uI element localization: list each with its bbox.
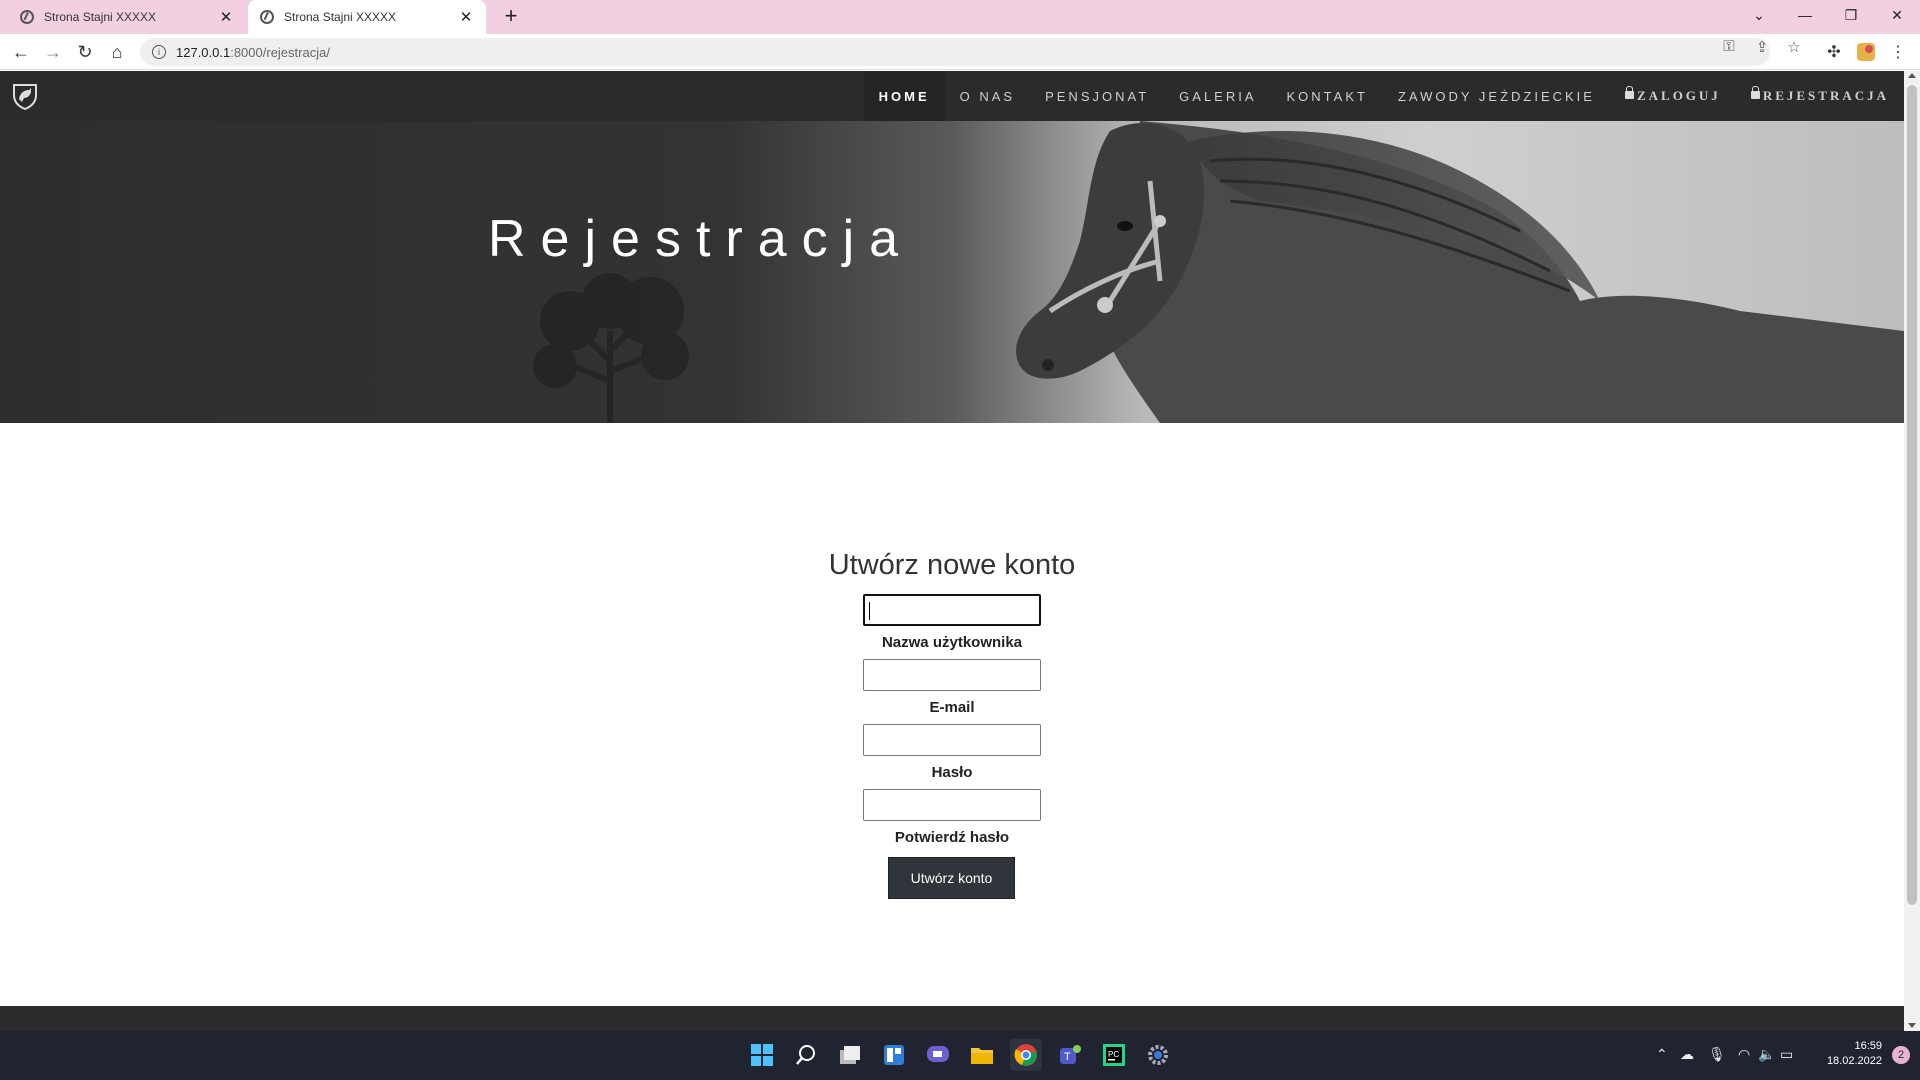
close-tab-icon[interactable]: ✕ [458,8,474,26]
stable-logo[interactable] [10,81,40,111]
clock-time: 16:59 [1854,1040,1882,1052]
chrome-icon[interactable] [1010,1039,1042,1071]
teams-chat-icon[interactable] [922,1039,954,1071]
menu-item-galeria[interactable]: GALERIA [1164,71,1271,121]
confirm-password-input[interactable] [863,789,1041,821]
tree-silhouette [533,273,689,423]
menu-label: REJESTRACJA [1762,88,1889,103]
teams-icon[interactable]: T [1054,1039,1086,1071]
browser-tab-strip: Strona Stajni XXXXX ✕ Strona Stajni XXXX… [0,0,1920,34]
browser-tab-active[interactable]: Strona Stajni XXXXX ✕ [248,0,486,34]
system-clock[interactable]: 16:59 18.02.2022 [1827,1039,1882,1069]
site-navbar: HOME O NAS PENSJONAT GALERIA KONTAKT ZAW… [0,71,1904,121]
username-input[interactable] [863,594,1041,626]
url-host: 127.0.0.1 [176,44,231,60]
address-bar[interactable]: i 127.0.0.1:8000/rejestracja/ [140,38,1770,66]
key-icon[interactable]: ⚿ [1718,38,1740,55]
hero-banner: Rejestracja [0,121,1904,423]
registration-form: Utwórz nowe konto Nazwa użytkownika E-ma… [0,423,1904,1031]
confirm-password-label: Potwierdź hasło [894,829,1010,846]
username-label: Nazwa użytkownika [881,634,1023,651]
menu-label: ZALOGUJ [1636,88,1721,103]
menu-item-zawody[interactable]: ZAWODY JEŹDZIECKIE [1383,71,1610,121]
scroll-down-icon[interactable] [1908,1023,1916,1028]
chevron-up-icon[interactable]: ⌃ [1656,1046,1668,1063]
site-menu: HOME O NAS PENSJONAT GALERIA KONTAKT ZAW… [863,71,1904,121]
create-account-button[interactable]: Utwórz konto [888,857,1015,899]
tab-title: Strona Stajni XXXXX [284,10,397,24]
tab-search-icon[interactable]: ⌄ [1736,0,1782,30]
onedrive-cloud-icon[interactable]: ☁ [1680,1046,1694,1063]
menu-item-home[interactable]: HOME [863,71,945,121]
menu-label: O NAS [959,88,1016,104]
globe-icon [260,10,274,24]
pycharm-icon[interactable]: PC [1098,1039,1130,1071]
email-input[interactable] [863,659,1041,691]
file-explorer-icon[interactable] [966,1039,998,1071]
horse-photo [1016,121,1904,423]
password-label: Hasło [931,764,973,781]
page-title: Rejestracja [488,210,914,268]
menu-label: KONTAKT [1286,88,1368,104]
windows-taskbar: T PC ⌃ ☁ 🎙 ◠ 🔈 ▭ 16:59 18.02.2022 2 [0,1031,1920,1080]
password-input[interactable] [863,724,1041,756]
microphone-icon[interactable]: 🎙 [1708,1046,1726,1063]
scrollbar-thumb[interactable] [1907,85,1917,905]
form-title: Utwórz nowe konto [828,549,1076,581]
browser-tab[interactable]: Strona Stajni XXXXX ✕ [8,0,246,34]
page-scrollbar[interactable] [1904,71,1920,1031]
menu-label: GALERIA [1179,88,1257,104]
restore-button[interactable]: ❐ [1828,0,1874,30]
menu-item-kontakt[interactable]: KONTAKT [1272,71,1383,121]
star-icon[interactable]: ☆ [1783,38,1805,56]
widgets-icon[interactable] [878,1039,910,1071]
menu-label: PENSJONAT [1045,88,1150,104]
browser-toolbar: ← → ↻ ⌂ i 127.0.0.1:8000/rejestracja/ ⚿ … [0,34,1920,70]
windows-start-icon[interactable] [746,1039,778,1071]
home-icon[interactable]: ⌂ [105,40,129,64]
text-caret [869,602,870,620]
email-label: E-mail [929,699,975,716]
forward-icon[interactable]: → [41,40,65,64]
battery-icon[interactable]: ▭ [1780,1046,1793,1063]
scroll-up-icon[interactable] [1908,73,1916,78]
site-info-icon[interactable]: i [152,45,166,59]
menu-kebab-icon[interactable]: ⋮ [1886,40,1910,64]
close-tab-icon[interactable]: ✕ [218,8,234,26]
svg-text:PC: PC [1108,1050,1119,1059]
site-footer [0,1006,1904,1031]
volume-icon[interactable]: 🔈 [1758,1046,1775,1063]
tab-title: Strona Stajni XXXXX [44,10,157,24]
search-icon[interactable] [790,1039,822,1071]
lock-icon [1624,86,1634,99]
task-view-icon[interactable] [834,1039,866,1071]
reload-icon[interactable]: ↻ [73,40,97,64]
new-tab-button[interactable]: + [497,3,525,29]
extensions-icon[interactable]: ✣ [1822,40,1846,64]
menu-item-o-nas[interactable]: O NAS [945,71,1030,121]
profile-avatar[interactable] [1854,40,1878,64]
close-window-button[interactable]: ✕ [1874,0,1920,30]
settings-gear-icon[interactable] [1142,1039,1174,1071]
menu-item-pensjonat[interactable]: PENSJONAT [1030,71,1164,121]
menu-label: HOME [878,88,930,104]
globe-icon [20,10,34,24]
page-viewport: HOME O NAS PENSJONAT GALERIA KONTAKT ZAW… [0,71,1904,1031]
url-path: :8000/rejestracja/ [230,44,330,60]
minimize-button[interactable]: — [1782,0,1828,30]
back-icon[interactable]: ← [9,40,33,64]
share-icon[interactable]: ⇪ [1751,38,1773,56]
svg-text:T: T [1064,1051,1071,1063]
wifi-icon[interactable]: ◠ [1738,1046,1750,1063]
menu-label: ZAWODY JEŹDZIECKIE [1397,88,1595,104]
clock-date: 18.02.2022 [1826,1055,1882,1067]
lock-icon [1750,86,1760,99]
menu-item-rejestracja[interactable]: REJESTRACJA [1736,71,1904,121]
menu-item-zaloguj[interactable]: ZALOGUJ [1610,71,1736,121]
notification-badge[interactable]: 2 [1892,1046,1910,1064]
